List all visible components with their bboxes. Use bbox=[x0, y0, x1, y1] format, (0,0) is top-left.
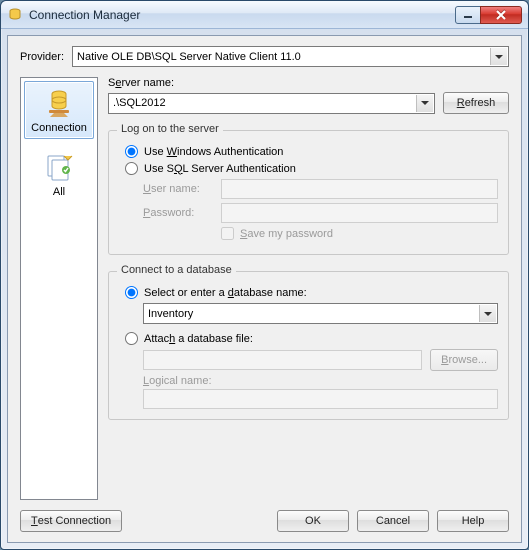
browse-button: Browse... bbox=[430, 349, 498, 371]
server-name-label: Server name: bbox=[108, 77, 509, 89]
cancel-button[interactable]: Cancel bbox=[357, 510, 429, 532]
database-value: Inventory bbox=[148, 308, 211, 320]
username-input bbox=[221, 179, 498, 199]
logon-legend: Log on to the server bbox=[117, 123, 223, 135]
save-password-checkbox bbox=[221, 227, 234, 240]
provider-label: Provider: bbox=[20, 51, 64, 63]
sidebar-item-label: Connection bbox=[27, 122, 91, 134]
chevron-down-icon[interactable] bbox=[490, 48, 507, 65]
sql-auth-label: Use SQL Server Authentication bbox=[144, 163, 296, 175]
provider-value: Native OLE DB\SQL Server Native Client 1… bbox=[77, 51, 319, 63]
select-db-label: Select or enter a database name: bbox=[144, 287, 307, 299]
refresh-button[interactable]: Refresh bbox=[443, 92, 509, 114]
logical-name-input bbox=[143, 389, 498, 409]
username-label: User name: bbox=[143, 183, 213, 195]
attach-file-label: Attach a database file: bbox=[144, 333, 253, 345]
logical-name-label: Logical name: bbox=[143, 375, 498, 387]
connection-icon bbox=[27, 86, 91, 120]
database-legend: Connect to a database bbox=[117, 264, 236, 276]
windows-auth-label: Use Windows Authentication bbox=[144, 146, 283, 158]
sidebar-item-label: All bbox=[27, 186, 91, 198]
sidebar-item-connection[interactable]: Connection bbox=[24, 81, 94, 139]
sql-auth-radio[interactable] bbox=[125, 162, 138, 175]
chevron-down-icon[interactable] bbox=[416, 95, 433, 112]
attach-file-radio[interactable] bbox=[125, 332, 138, 345]
provider-combo[interactable]: Native OLE DB\SQL Server Native Client 1… bbox=[72, 46, 509, 67]
sidebar-item-all[interactable]: All bbox=[24, 145, 94, 203]
windows-auth-radio[interactable] bbox=[125, 145, 138, 158]
ok-button[interactable]: OK bbox=[277, 510, 349, 532]
select-db-radio[interactable] bbox=[125, 286, 138, 299]
file-path-input bbox=[143, 350, 422, 370]
app-icon bbox=[7, 7, 23, 23]
window-title: Connection Manager bbox=[29, 8, 455, 22]
test-connection-button[interactable]: Test Connection bbox=[20, 510, 122, 532]
dialog-footer: Test Connection OK Cancel Help bbox=[20, 500, 509, 532]
close-button[interactable] bbox=[480, 6, 522, 24]
database-combo[interactable]: Inventory bbox=[143, 303, 498, 324]
save-password-label: Save my password bbox=[240, 228, 333, 240]
connection-manager-window: Connection Manager Provider: Native OLE … bbox=[0, 0, 529, 550]
server-name-combo[interactable]: .\SQL2012 bbox=[108, 93, 435, 114]
client-area: Provider: Native OLE DB\SQL Server Nativ… bbox=[7, 35, 522, 543]
all-icon bbox=[27, 150, 91, 184]
logon-group: Log on to the server Use Windows Authent… bbox=[108, 130, 509, 255]
password-input bbox=[221, 203, 498, 223]
sidebar: Connection All bbox=[20, 77, 98, 500]
server-name-value: .\SQL2012 bbox=[113, 97, 184, 109]
chevron-down-icon[interactable] bbox=[479, 305, 496, 322]
password-label: Password: bbox=[143, 207, 213, 219]
main-panel: Server name: .\SQL2012 Refresh Log on to… bbox=[108, 77, 509, 500]
titlebar[interactable]: Connection Manager bbox=[1, 1, 528, 29]
minimize-button[interactable] bbox=[455, 6, 481, 24]
help-button[interactable]: Help bbox=[437, 510, 509, 532]
database-group: Connect to a database Select or enter a … bbox=[108, 271, 509, 420]
